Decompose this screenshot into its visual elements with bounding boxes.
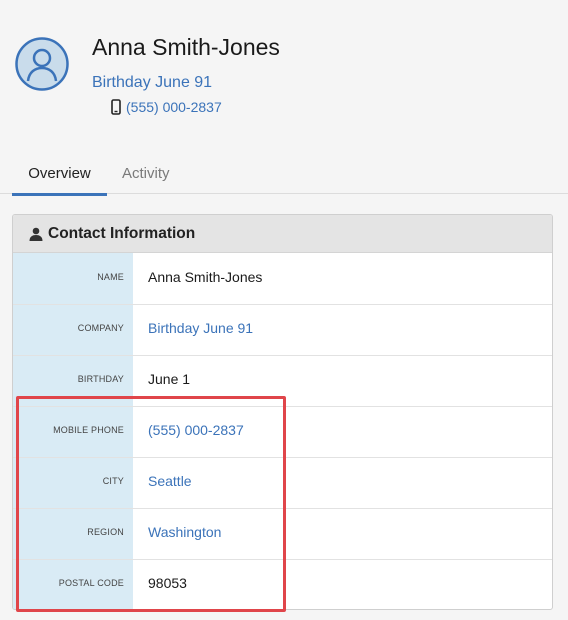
field-row-region: REGION Washington xyxy=(13,508,552,560)
field-row-city: CITY Seattle xyxy=(13,457,552,509)
field-row-company: COMPANY Birthday June 91 xyxy=(13,304,552,356)
field-label: BIRTHDAY xyxy=(77,374,124,384)
field-value: 98053 xyxy=(148,575,187,591)
person-icon xyxy=(29,227,43,241)
field-value: Anna Smith-Jones xyxy=(148,269,263,285)
user-avatar-icon xyxy=(15,37,69,91)
contact-phone-link[interactable]: (555) 000-2837 xyxy=(111,99,222,115)
field-label: POSTAL CODE xyxy=(58,578,124,588)
card-header: Contact Information xyxy=(13,215,552,253)
card-title: Contact Information xyxy=(48,224,196,242)
field-label: MOBILE PHONE xyxy=(53,425,124,435)
mobile-phone-icon xyxy=(111,99,121,115)
field-value-link[interactable]: Washington xyxy=(148,508,221,559)
field-row-name: NAME Anna Smith-Jones xyxy=(13,253,552,305)
tab-bar: Overview Activity xyxy=(0,160,568,196)
contact-phone-text: (555) 000-2837 xyxy=(126,99,222,115)
field-row-mobile-phone: MOBILE PHONE (555) 000-2837 xyxy=(13,406,552,458)
tab-overview[interactable]: Overview xyxy=(12,165,107,196)
contact-name-title: Anna Smith-Jones xyxy=(92,34,280,60)
field-label: COMPANY xyxy=(77,323,124,333)
field-label: REGION xyxy=(87,527,124,537)
field-row-birthday: BIRTHDAY June 1 xyxy=(13,355,552,407)
field-value-link[interactable]: Birthday June 91 xyxy=(148,304,253,355)
field-label: CITY xyxy=(102,476,124,486)
field-value: June 1 xyxy=(148,371,191,387)
field-value-link[interactable]: (555) 000-2837 xyxy=(148,406,244,457)
contact-information-card: Contact Information NAME Anna Smith-Jone… xyxy=(12,214,553,610)
tab-activity[interactable]: Activity xyxy=(122,165,170,182)
field-row-postal-code: POSTAL CODE 98053 xyxy=(13,559,552,609)
field-value-link[interactable]: Seattle xyxy=(148,457,192,508)
contact-company-link[interactable]: Birthday June 91 xyxy=(92,74,212,92)
field-label: NAME xyxy=(97,272,124,282)
